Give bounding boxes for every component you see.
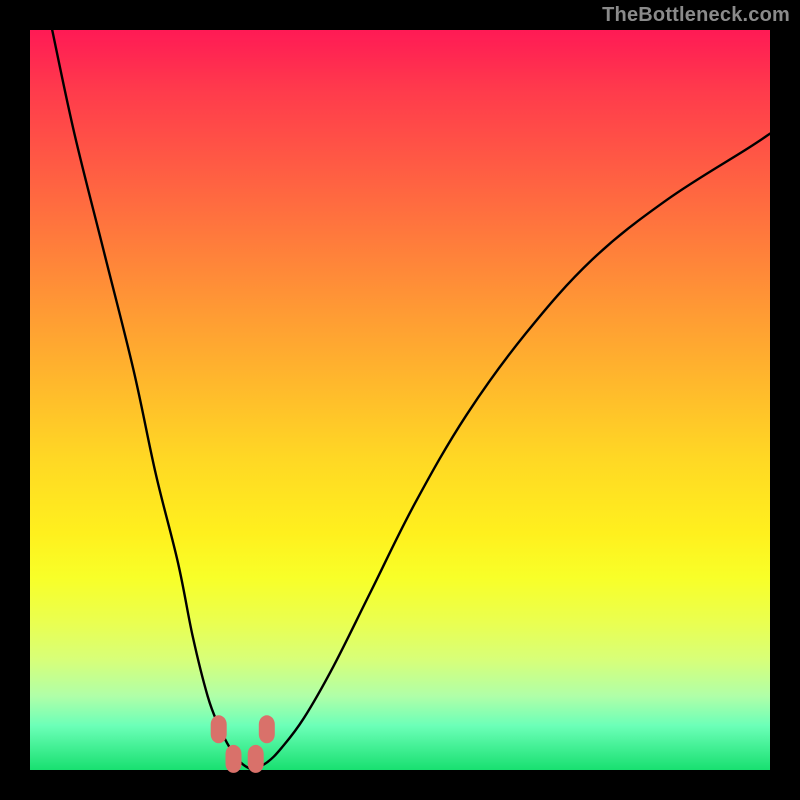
marker-3 (259, 715, 275, 743)
series-curve-b (252, 134, 770, 770)
chart-plot-area (30, 30, 770, 770)
watermark-text: TheBottleneck.com (602, 4, 790, 27)
curve-layer (52, 30, 770, 770)
marker-2 (248, 745, 264, 773)
series-curve-a (52, 30, 252, 770)
marker-1 (226, 745, 242, 773)
marker-0 (211, 715, 227, 743)
chart-frame: TheBottleneck.com (0, 0, 800, 800)
chart-svg (30, 30, 770, 770)
